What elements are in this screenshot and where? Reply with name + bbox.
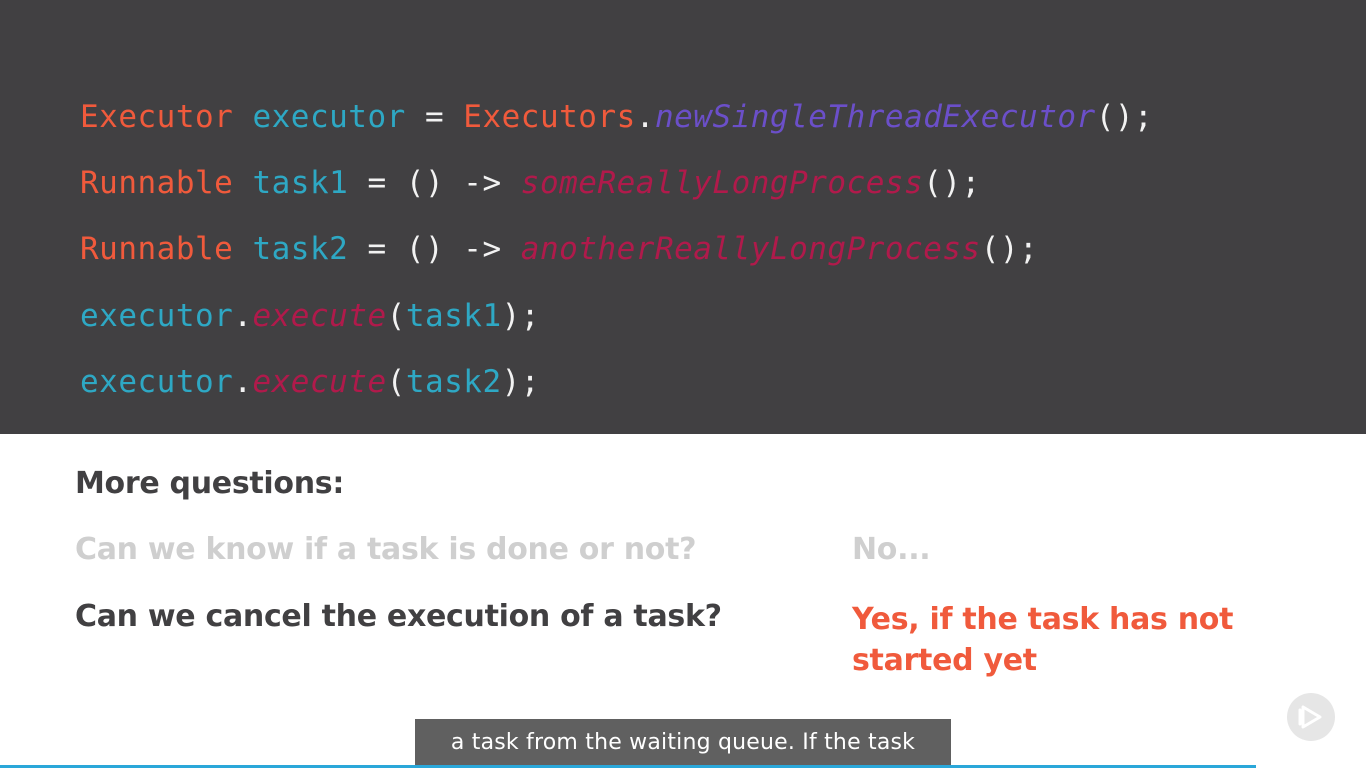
- answer-1: No...: [852, 532, 931, 567]
- code-token-type: Runnable: [80, 231, 234, 267]
- code-token-variable: task1: [252, 165, 349, 201]
- code-token-dot: .: [635, 99, 655, 135]
- code-token-type: Runnable: [80, 165, 234, 201]
- code-token-static-method: newSingleThreadExecutor: [654, 99, 1096, 135]
- code-token-tail: );: [501, 298, 540, 334]
- subtitle-caption: a task from the waiting queue. If the ta…: [415, 719, 951, 766]
- code-token-object: executor: [80, 298, 234, 334]
- code-line-5: executor.execute(task2);: [80, 362, 540, 402]
- code-token-lambda: = () ->: [348, 231, 521, 267]
- code-token-method: anotherReallyLongProcess: [520, 231, 981, 267]
- question-1: Can we know if a task is done or not?: [75, 532, 697, 567]
- questions-heading: More questions:: [75, 466, 345, 501]
- code-token-type: Executor: [80, 99, 234, 135]
- code-line-3: Runnable task2 = () -> anotherReallyLong…: [80, 229, 1038, 269]
- code-token-dot: .: [233, 364, 253, 400]
- code-token-tail: ();: [980, 231, 1039, 267]
- code-line-2: Runnable task1 = () -> someReallyLongPro…: [80, 163, 981, 203]
- code-token-paren: (: [386, 298, 406, 334]
- code-token-class: Executors: [463, 99, 636, 135]
- code-panel: Executor executor = Executors.newSingleT…: [0, 0, 1366, 434]
- code-token-tail: );: [501, 364, 540, 400]
- code-token-operator: =: [405, 99, 464, 135]
- code-token-object: executor: [80, 364, 234, 400]
- code-token-argument: task1: [405, 298, 502, 334]
- code-token-tail: ();: [1095, 99, 1154, 135]
- code-token-variable: task2: [252, 231, 349, 267]
- code-line-1: Executor executor = Executors.newSingleT…: [80, 97, 1153, 137]
- code-token-tail: ();: [923, 165, 981, 201]
- answer-2: Yes, if the task has not started yet: [852, 602, 1234, 678]
- player-badge[interactable]: [1287, 693, 1335, 741]
- code-token-method: execute: [252, 364, 387, 400]
- code-token-variable: executor: [252, 99, 406, 135]
- code-token-method: execute: [252, 298, 387, 334]
- code-token-lambda: = () ->: [348, 165, 521, 201]
- code-token-dot: .: [233, 298, 253, 334]
- code-token-paren: (: [386, 364, 406, 400]
- code-line-4: executor.execute(task1);: [80, 296, 540, 336]
- code-token-argument: task2: [405, 364, 502, 400]
- play-icon: [1298, 705, 1322, 729]
- question-2: Can we cancel the execution of a task?: [75, 599, 722, 634]
- code-token-method: someReallyLongProcess: [520, 165, 924, 201]
